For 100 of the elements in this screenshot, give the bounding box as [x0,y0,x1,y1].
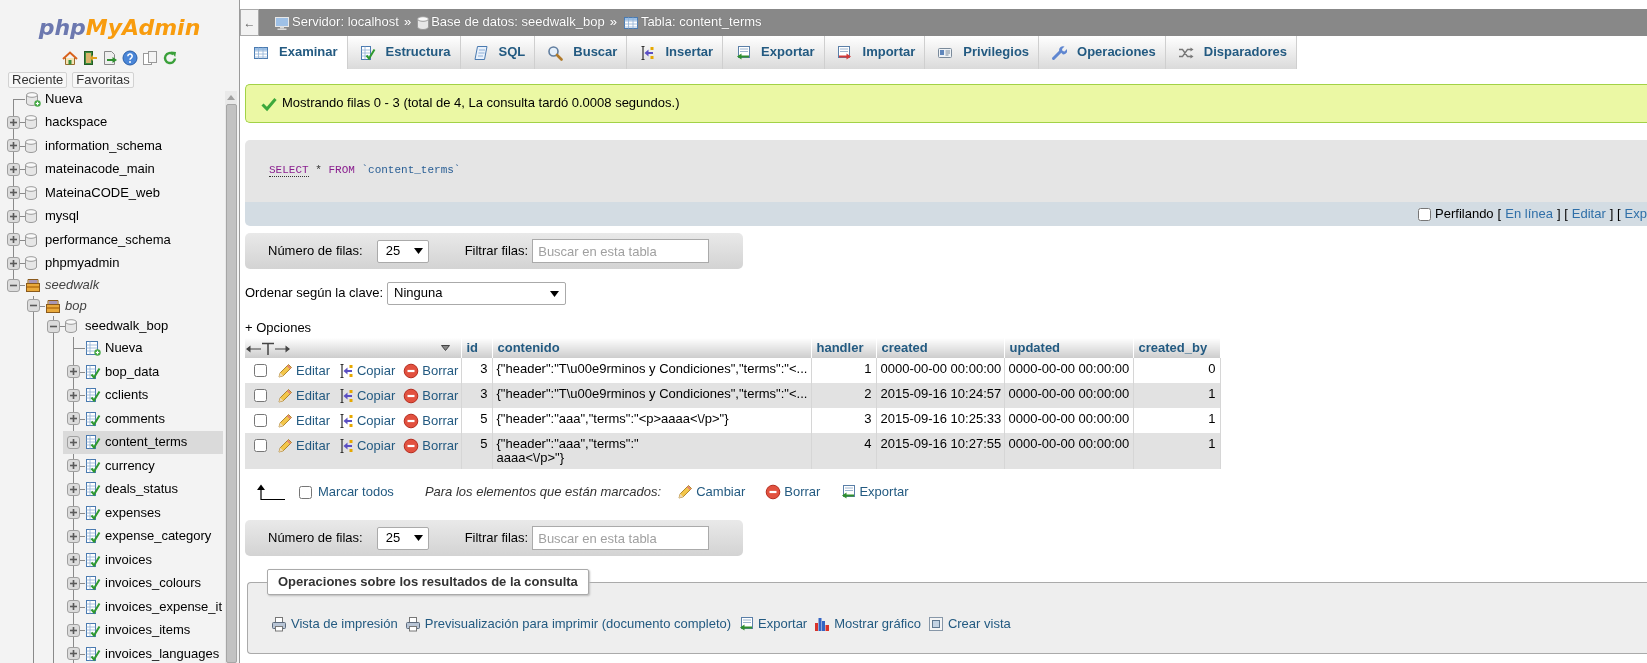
row-checkbox[interactable] [254,364,267,377]
tab[interactable]: Exportar [723,36,825,69]
tab[interactable]: Estructura [347,36,461,69]
expand-icon[interactable] [67,647,80,661]
tab[interactable]: Insertar [627,36,724,69]
expand-icon[interactable] [7,209,20,223]
create-view-link[interactable]: Crear vista [927,616,1011,633]
tree-item[interactable]: hackspace [3,110,223,134]
delete-link[interactable]: Borrar [403,387,459,404]
export-link[interactable]: Exportar [840,483,909,501]
options-link[interactable]: + Opciones [245,320,312,335]
expand-icon[interactable] [67,576,80,590]
tree-item[interactable]: deals_status [63,477,223,501]
breadcrumb-link[interactable]: Servidor: localhost [274,14,399,31]
tree-item[interactable]: mateinacode_main [3,157,223,181]
filter-input[interactable]: Buscar en esta tabla [532,239,710,263]
copy-link[interactable]: Copiar [337,437,396,454]
expand-icon[interactable] [67,365,80,379]
profiling-link[interactable]: Editar [1571,205,1606,223]
tab[interactable]: SQL [460,36,536,69]
edit-link[interactable]: Editar [277,437,330,454]
tree-item[interactable]: mysql [3,204,223,228]
tree-item[interactable]: performance_schema [3,228,223,252]
rows-select[interactable]: 25 [376,239,429,263]
edit-link[interactable]: Editar [277,387,330,404]
tree-item[interactable]: comments [63,407,223,431]
expand-icon[interactable] [67,435,80,449]
edit-link[interactable]: Editar [277,362,330,379]
row-checkbox[interactable] [254,414,267,427]
tree-item[interactable]: bop_data [63,360,223,384]
door-icon[interactable] [81,50,98,66]
profiling-link[interactable]: Exp [1624,205,1647,223]
collapse-icon[interactable] [7,278,20,292]
column-header[interactable]: updated [1004,338,1133,358]
collapse-icon[interactable] [27,299,40,313]
row-checkbox[interactable] [254,439,267,452]
export-link[interactable]: Exportar [738,616,808,633]
check-all-label[interactable]: Marcar todos [318,483,394,501]
print-preview-link[interactable]: Previsualización para imprimir (documento completo) [404,616,732,633]
expand-icon[interactable] [67,623,80,637]
breadcrumb-link[interactable]: Tabla: content_terms [622,14,762,31]
column-header[interactable]: created [876,338,1004,358]
tab[interactable]: Importar [824,36,926,69]
row-checkbox[interactable] [254,389,267,402]
expand-icon[interactable] [67,388,80,402]
delete-link[interactable]: Borrar [765,483,821,501]
tree-item[interactable]: invoices_items [63,618,223,642]
expand-icon[interactable] [7,115,20,129]
tree-item[interactable]: cclients [63,383,223,407]
expand-icon[interactable] [67,482,80,496]
breadcrumb-link[interactable]: Base de datos: seedwalk_bop [417,14,605,31]
expand-icon[interactable] [7,233,20,247]
profiling-checkbox[interactable] [1418,207,1432,221]
collapse-icon[interactable] [47,319,60,333]
expand-icon[interactable] [67,412,80,426]
collapse-button[interactable]: ← [240,9,259,36]
recent-button[interactable]: Reciente [8,72,68,88]
tree-item[interactable]: phpmyadmin [3,251,223,275]
tree-item[interactable]: invoices_expense_it [63,595,223,619]
tree-item[interactable]: seedwalk [3,275,223,296]
tree-item[interactable]: invoices_colours [63,571,223,595]
tree-item[interactable]: currency [63,454,223,478]
reload-icon[interactable] [161,50,178,66]
tab[interactable]: Privilegios [925,36,1040,69]
tree-item[interactable]: bop [23,295,223,316]
sql-keyword-link[interactable]: SELECT [269,164,309,178]
tree-item[interactable]: MateinaCODE_web [3,181,223,205]
tree-item[interactable]: invoices [63,548,223,572]
app-logo[interactable]: phpMyAdmin [0,15,239,41]
column-header[interactable]: id [461,338,492,358]
copy-link[interactable]: Copiar [337,412,396,429]
profiling-link[interactable]: En línea [1505,205,1553,223]
print-view-link[interactable]: Vista de impresión [271,616,398,633]
tree-item[interactable]: seedwalk_bop [43,316,223,337]
delete-link[interactable]: Borrar [403,362,459,379]
expand-icon[interactable] [67,600,80,614]
help-icon[interactable] [121,50,138,66]
column-header[interactable]: handler [811,338,876,358]
tree-item[interactable]: expenses [63,501,223,525]
expand-icon[interactable] [67,459,80,473]
home-icon[interactable] [61,50,78,66]
text-width-icon[interactable] [246,341,290,355]
document-arrow-icon[interactable] [101,50,118,66]
chart-link[interactable]: Mostrar gráfico [814,616,921,633]
copy-link[interactable]: Copiar [337,362,396,379]
delete-link[interactable]: Borrar [403,437,459,454]
check-all-checkbox[interactable] [299,485,312,499]
sort-select[interactable]: Ninguna [387,282,567,305]
expand-icon[interactable] [67,506,80,520]
delete-link[interactable]: Borrar [403,412,459,429]
tree-item[interactable]: information_schema [3,134,223,158]
expand-icon[interactable] [67,553,80,567]
tree-item[interactable]: invoices_languages [63,642,223,663]
tree-item[interactable]: Nueva [3,87,223,111]
tree-item[interactable]: content_terms [63,430,223,454]
tree-item[interactable]: expense_category [63,524,223,548]
profiling-label[interactable]: Perfilando [1435,205,1494,223]
filter-input[interactable]: Buscar en esta tabla [532,526,710,550]
expand-icon[interactable] [67,529,80,543]
copy-link[interactable]: Copiar [337,387,396,404]
